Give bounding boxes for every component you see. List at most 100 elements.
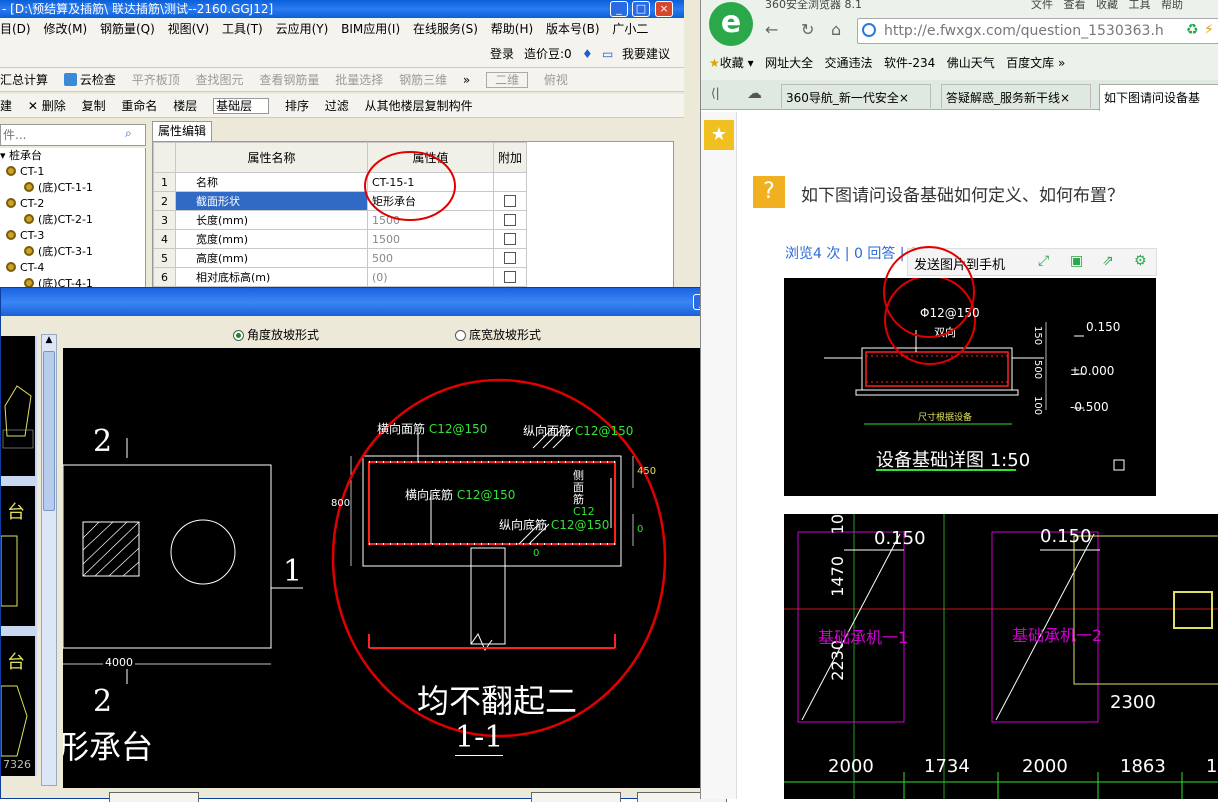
scroll-up-arrow-icon[interactable]: ▲ bbox=[42, 335, 56, 349]
radio-angle-slope[interactable]: 角度放坡形式 bbox=[233, 326, 319, 343]
suggest-link[interactable]: 我要建议 bbox=[622, 40, 670, 68]
radio-width-slope[interactable]: 底宽放坡形式 bbox=[455, 326, 541, 343]
favorite-star-icon[interactable]: ★ bbox=[704, 120, 734, 150]
extra-cell[interactable] bbox=[492, 191, 528, 211]
thumbnail-1[interactable] bbox=[1, 336, 35, 476]
save-icon[interactable]: ▣ bbox=[1070, 253, 1083, 269]
property-value[interactable]: (0) bbox=[367, 267, 494, 287]
menu-item[interactable]: 版本号(B) bbox=[546, 22, 600, 36]
menu-item[interactable]: 云应用(Y) bbox=[276, 22, 329, 36]
property-name[interactable]: 宽度(mm) bbox=[175, 229, 368, 249]
fast-icon[interactable]: ⚡ bbox=[1204, 22, 1214, 38]
summary-calc-button[interactable]: 汇总计算 bbox=[0, 73, 48, 87]
property-value[interactable]: 500 bbox=[367, 248, 494, 268]
property-row[interactable]: 5 高度(mm) 500 bbox=[153, 248, 673, 268]
menu-item[interactable]: 帮助(H) bbox=[491, 22, 533, 36]
copy-button[interactable]: 复制 bbox=[82, 99, 106, 113]
dialog-button-ok[interactable] bbox=[531, 792, 621, 802]
tree-item[interactable]: CT-3 bbox=[0, 228, 145, 244]
menu-item[interactable]: 钢筋量(Q) bbox=[100, 22, 155, 36]
checkbox[interactable] bbox=[504, 251, 516, 264]
tree-item[interactable]: CT-1 bbox=[0, 164, 145, 180]
property-name[interactable]: 长度(mm) bbox=[175, 210, 368, 230]
property-name[interactable]: 截面形状 bbox=[175, 191, 368, 211]
thumbnail-3[interactable]: 台 7326 bbox=[1, 636, 35, 776]
menu-item[interactable]: 工具(T) bbox=[222, 22, 263, 36]
property-name[interactable]: 名称 bbox=[175, 172, 368, 192]
close-button[interactable]: × bbox=[655, 1, 673, 17]
dialog-button-left[interactable] bbox=[109, 792, 199, 802]
checkbox[interactable] bbox=[504, 270, 516, 283]
bell-icon[interactable]: ♦ bbox=[582, 40, 593, 68]
bookmark-item[interactable]: 百度文库 bbox=[1006, 56, 1054, 70]
menu-item[interactable]: BIM应用(I) bbox=[341, 22, 400, 36]
scroll-thumb[interactable] bbox=[43, 351, 55, 511]
rebar-3d-button[interactable]: 钢筋三维 bbox=[399, 73, 447, 87]
fullscreen-icon[interactable]: ⤢ bbox=[1038, 253, 1049, 269]
bookmark-item[interactable]: 交通违法 bbox=[825, 56, 873, 70]
tree-search-input[interactable]: 件... ⌕ bbox=[0, 124, 146, 146]
flush-slab-button[interactable]: 平齐板顶 bbox=[132, 73, 180, 87]
menu-item[interactable]: 目(D) bbox=[0, 22, 31, 36]
maximize-button[interactable]: □ bbox=[632, 1, 650, 17]
property-name[interactable]: 高度(mm) bbox=[175, 248, 368, 268]
share-icon[interactable]: ⇗ bbox=[1102, 253, 1114, 269]
bookmark-item[interactable]: 佛山天气 bbox=[947, 56, 995, 70]
login-link[interactable]: 登录 bbox=[490, 40, 514, 68]
compat-icon[interactable]: ♻ bbox=[1186, 22, 1199, 38]
view-2d-select[interactable]: 二维 bbox=[486, 72, 529, 88]
browser-tab-2[interactable]: 答疑解惑_服务新干线× bbox=[941, 84, 1091, 108]
extra-cell[interactable] bbox=[492, 172, 528, 192]
view-top-select[interactable]: 俯视 bbox=[544, 73, 568, 87]
delete-button[interactable]: ✕ 删除 bbox=[28, 99, 66, 113]
refresh-icon[interactable]: ↻ bbox=[801, 20, 814, 39]
filter-button[interactable]: 过滤 bbox=[325, 99, 349, 113]
copy-from-floor-button[interactable]: 从其他楼层复制构件 bbox=[365, 99, 473, 113]
batch-select-button[interactable]: 批量选择 bbox=[335, 73, 383, 87]
checkbox[interactable] bbox=[504, 194, 516, 207]
tree-item[interactable]: (底)CT-2-1 bbox=[0, 212, 145, 228]
find-element-button[interactable]: 查找图元 bbox=[196, 73, 244, 87]
checkbox[interactable] bbox=[504, 213, 516, 226]
extra-cell[interactable] bbox=[492, 267, 528, 287]
menu-item[interactable]: 视图(V) bbox=[168, 22, 210, 36]
menu-item[interactable]: 在线服务(S) bbox=[413, 22, 478, 36]
view-rebar-button[interactable]: 查看钢筋量 bbox=[259, 73, 319, 87]
cad-canvas[interactable]: 2 1 2 4000 形承台 横向面筋 C12@150 纵向面筋 C12@150… bbox=[63, 348, 759, 788]
menu-item[interactable]: 修改(M) bbox=[43, 22, 87, 36]
browser-tab-active[interactable]: 如下图请问设备基 bbox=[1099, 84, 1218, 111]
tree-item[interactable]: (底)CT-1-1 bbox=[0, 180, 145, 196]
bookmark-item[interactable]: 网址大全 bbox=[765, 56, 813, 70]
thumbnail-2[interactable]: 台 bbox=[1, 486, 35, 626]
address-bar[interactable]: http://e.fwxgx.com/question_1530363.h ♻ … bbox=[857, 18, 1218, 44]
settings-gear-icon[interactable]: ⚙ bbox=[1134, 253, 1147, 269]
checkbox[interactable] bbox=[504, 232, 516, 245]
plan-layout-image[interactable]: 0.150 0.150 1470 2230 10 基础承机一1 基础承机一2 2… bbox=[784, 514, 1218, 799]
thumb-scrollbar[interactable]: ▲ bbox=[41, 334, 57, 786]
tab-property-edit[interactable]: 属性编辑 bbox=[152, 121, 212, 141]
property-name[interactable]: 相对底标高(m) bbox=[175, 267, 368, 287]
sort-button[interactable]: 排序 bbox=[285, 99, 309, 113]
cloud-icon[interactable]: ☁ bbox=[747, 84, 762, 102]
extra-cell[interactable] bbox=[492, 248, 528, 268]
property-row[interactable]: 4 宽度(mm) 1500 bbox=[153, 229, 673, 249]
new-button[interactable]: 建 bbox=[0, 99, 12, 113]
property-value[interactable]: 1500 bbox=[367, 229, 494, 249]
menu-item-guangxiaoer[interactable]: 广小二 bbox=[612, 22, 648, 36]
browser-tab-1[interactable]: 360导航_新一代安全× bbox=[781, 84, 931, 108]
tree-root[interactable]: ▾ 桩承台 bbox=[0, 148, 145, 164]
property-row[interactable]: 6 相对底标高(m) (0) bbox=[153, 267, 673, 287]
bookmark-item[interactable]: 软件-234 bbox=[884, 56, 935, 70]
cloud-check-button[interactable]: 云检查 bbox=[63, 73, 116, 87]
floor-select[interactable]: 基础层 bbox=[213, 98, 270, 114]
extra-cell[interactable] bbox=[492, 210, 528, 230]
tab-list-icon[interactable]: ⟨| bbox=[711, 86, 720, 100]
search-icon[interactable]: ⌕ bbox=[125, 126, 132, 141]
rename-button[interactable]: 重命名 bbox=[121, 99, 157, 113]
tree-item[interactable]: (底)CT-3-1 bbox=[0, 244, 145, 260]
minimize-button[interactable]: _ bbox=[610, 1, 628, 17]
extra-cell[interactable] bbox=[492, 229, 528, 249]
browser-menu[interactable]: 文件 查看 收藏 工具 帮助 bbox=[1031, 0, 1183, 12]
tree-item[interactable]: CT-2 bbox=[0, 196, 145, 212]
bookmark-item[interactable]: 收藏 bbox=[720, 56, 744, 70]
